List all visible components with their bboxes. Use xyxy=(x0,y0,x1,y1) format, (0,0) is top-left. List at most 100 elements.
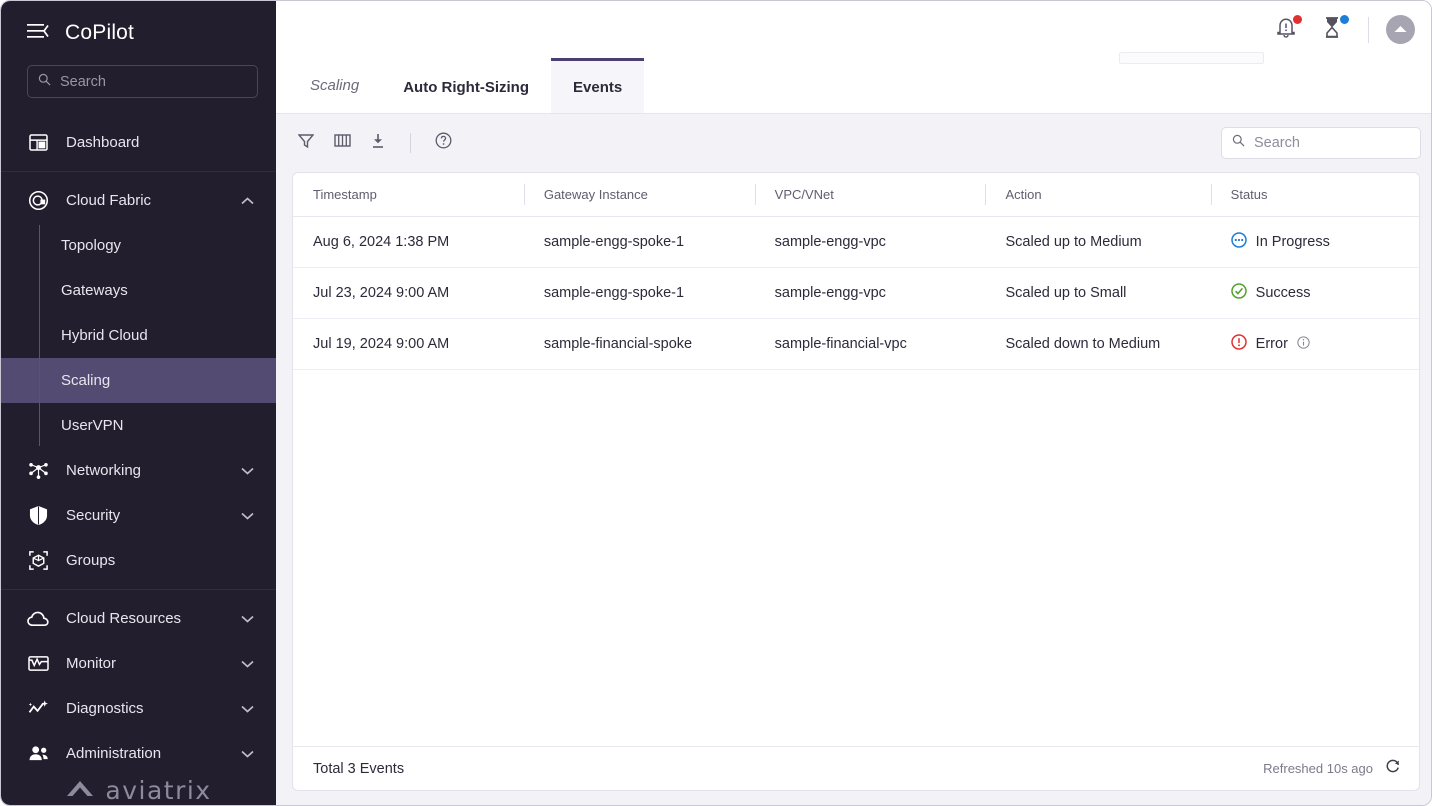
cell-timestamp: Aug 6, 2024 1:38 PM xyxy=(293,216,524,268)
table-search-input[interactable]: Search xyxy=(1221,127,1421,159)
events-table: Timestamp Gateway Instance VPC/VNet Acti… xyxy=(292,172,1420,746)
tab-events[interactable]: Events xyxy=(551,58,645,113)
sidebar-item-label: Administration xyxy=(66,745,162,762)
sidebar-search-input[interactable]: Search xyxy=(27,65,258,98)
sidebar-item-label: Monitor xyxy=(66,655,117,672)
sidebar-subitem-label: Scaling xyxy=(61,372,111,389)
aviatrix-wordmark: aviatrix xyxy=(105,776,212,805)
hamburger-collapse-icon[interactable] xyxy=(27,23,49,44)
in-progress-icon xyxy=(1230,232,1247,252)
help-circle-icon xyxy=(435,132,452,154)
cell-status: Error xyxy=(1210,318,1419,370)
column-header-timestamp[interactable]: Timestamp xyxy=(293,173,524,217)
table-row[interactable]: Aug 6, 2024 1:38 PM sample-engg-spoke-1 … xyxy=(293,216,1419,268)
chevron-down-icon[interactable] xyxy=(241,507,254,524)
cloud-fabric-target-icon xyxy=(27,190,49,211)
cell-vpc-vnet: sample-engg-vpc xyxy=(754,216,986,268)
main-content: Scaling Auto Right-Sizing Events Search … xyxy=(276,1,1431,805)
filter-button[interactable] xyxy=(292,129,320,157)
success-check-icon xyxy=(1230,283,1247,303)
tab-strip: Scaling Auto Right-Sizing Events xyxy=(276,52,1431,114)
sidebar-item-uservpn[interactable]: UserVPN xyxy=(1,403,276,448)
tab-auto-right-sizing[interactable]: Auto Right-Sizing xyxy=(381,58,551,113)
status-label: Success xyxy=(1255,285,1311,301)
sidebar-nav: Dashboard Cloud Fabric Topology Gateways… xyxy=(1,120,276,776)
search-icon xyxy=(38,73,51,91)
table-header: Timestamp Gateway Instance VPC/VNet Acti… xyxy=(293,173,1419,217)
column-header-vpc-vnet[interactable]: VPC/VNet xyxy=(754,173,986,217)
refresh-icon[interactable] xyxy=(1385,758,1401,779)
sidebar-subitem-label: Hybrid Cloud xyxy=(61,327,148,344)
topbar-divider xyxy=(1368,16,1369,43)
chevron-down-icon[interactable] xyxy=(241,610,254,627)
sidebar-subitem-label: Topology xyxy=(61,237,122,254)
sidebar-submenu-cloud-fabric: Topology Gateways Hybrid Cloud Scaling U… xyxy=(1,223,276,448)
table-toolbar: Search xyxy=(276,114,1431,172)
error-exclamation-icon xyxy=(1230,334,1247,354)
events-table-element: Timestamp Gateway Instance VPC/VNet Acti… xyxy=(293,173,1419,370)
table-search-placeholder: Search xyxy=(1254,135,1300,151)
users-icon xyxy=(27,745,49,762)
download-button[interactable] xyxy=(364,129,392,157)
table-footer: Total 3 Events Refreshed 10s ago xyxy=(292,746,1420,791)
cloud-icon xyxy=(27,611,49,627)
notifications-button[interactable] xyxy=(1267,11,1305,49)
chevron-down-icon[interactable] xyxy=(241,655,254,672)
tasks-button[interactable] xyxy=(1313,11,1351,49)
table-row[interactable]: Jul 19, 2024 9:00 AM sample-financial-sp… xyxy=(293,318,1419,370)
cell-gateway-instance: sample-engg-spoke-1 xyxy=(523,216,755,268)
column-header-gateway-instance[interactable]: Gateway Instance xyxy=(523,173,755,217)
search-icon xyxy=(1232,134,1245,152)
column-header-status[interactable]: Status xyxy=(1210,173,1419,217)
tasks-badge xyxy=(1340,14,1349,24)
sidebar-item-hybrid-cloud[interactable]: Hybrid Cloud xyxy=(1,313,276,358)
columns-icon xyxy=(333,133,351,153)
filter-funnel-icon xyxy=(297,133,315,154)
hourglass-icon xyxy=(1322,16,1342,44)
page-title: Scaling xyxy=(310,77,360,94)
sidebar-search-placeholder: Search xyxy=(60,73,106,90)
chevron-down-icon[interactable] xyxy=(241,745,254,762)
shield-icon xyxy=(27,505,49,526)
chevron-down-icon[interactable] xyxy=(241,462,254,479)
sidebar-item-groups[interactable]: Groups xyxy=(1,538,276,583)
sidebar-logo: aviatrix xyxy=(1,776,276,805)
sidebar-item-label: Networking xyxy=(66,462,142,479)
sidebar-divider xyxy=(1,171,276,172)
chevron-up-icon[interactable] xyxy=(241,192,254,209)
sidebar-item-scaling[interactable]: Scaling xyxy=(1,358,276,403)
cell-gateway-instance: sample-financial-spoke xyxy=(523,318,755,370)
refresh-group: Refreshed 10s ago xyxy=(1263,758,1401,779)
column-header-action[interactable]: Action xyxy=(985,173,1211,217)
cell-status: Success xyxy=(1210,267,1419,319)
help-button[interactable] xyxy=(429,129,457,157)
sidebar-item-topology[interactable]: Topology xyxy=(1,223,276,268)
sidebar-item-gateways[interactable]: Gateways xyxy=(1,268,276,313)
aviatrix-chevron-logo-icon xyxy=(65,778,95,804)
sidebar-item-monitor[interactable]: Monitor xyxy=(1,641,276,686)
info-circle-icon[interactable] xyxy=(1297,335,1310,353)
sidebar-item-dashboard[interactable]: Dashboard xyxy=(1,120,276,165)
columns-button[interactable] xyxy=(328,129,356,157)
download-icon xyxy=(370,133,386,154)
sidebar-item-label: Security xyxy=(66,507,121,524)
sidebar-divider xyxy=(1,589,276,590)
sidebar-item-diagnostics[interactable]: Diagnostics xyxy=(1,686,276,731)
sidebar-item-label: Diagnostics xyxy=(66,700,144,717)
table-row[interactable]: Jul 23, 2024 9:00 AM sample-engg-spoke-1… xyxy=(293,267,1419,319)
sidebar-item-cloud-resources[interactable]: Cloud Resources xyxy=(1,596,276,641)
sidebar-item-label: Dashboard xyxy=(66,134,140,151)
notification-badge xyxy=(1293,14,1302,24)
sidebar-item-administration[interactable]: Administration xyxy=(1,731,276,776)
toolbar-divider xyxy=(410,133,411,153)
sidebar-item-networking[interactable]: Networking xyxy=(1,448,276,493)
topbar xyxy=(276,1,1431,58)
sidebar-item-security[interactable]: Security xyxy=(1,493,276,538)
account-menu-button[interactable] xyxy=(1386,15,1415,44)
chevron-down-icon[interactable] xyxy=(241,700,254,717)
total-count-label: Total 3 Events xyxy=(313,760,405,777)
sidebar-item-cloud-fabric[interactable]: Cloud Fabric xyxy=(1,178,276,223)
diagnostics-sparkle-icon xyxy=(27,699,49,718)
table-body: Aug 6, 2024 1:38 PM sample-engg-spoke-1 … xyxy=(293,216,1419,370)
cell-status: In Progress xyxy=(1210,216,1419,268)
